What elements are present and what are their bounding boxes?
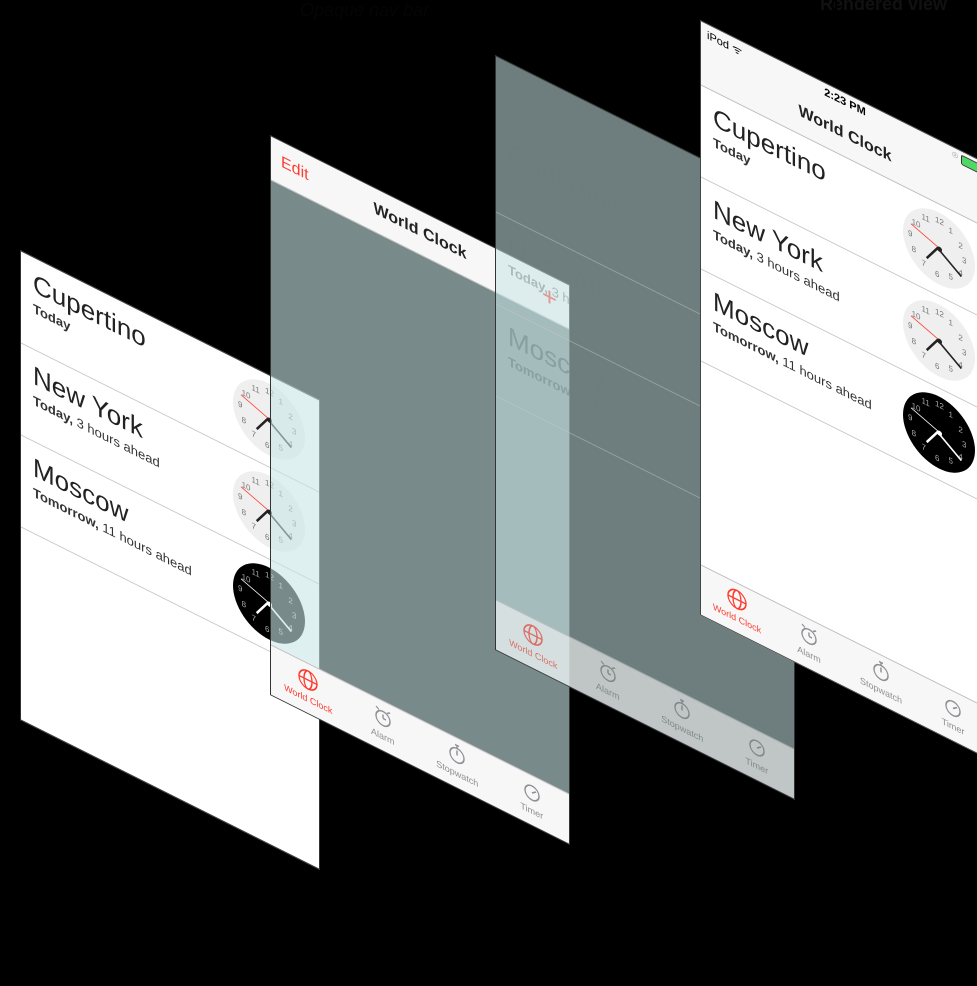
arrow-background [580,830,582,940]
arrow-view [605,5,607,57]
label-opaque-nav: Opaque nav bar [300,0,429,21]
tab-timer[interactable]: Timer [720,712,795,798]
tab-stopwatch[interactable]: Stopwatch [645,675,720,761]
arrow-nav [375,18,377,123]
arrow-rendered [835,0,837,20]
tab-stopwatch[interactable]: Stopwatch [420,720,495,806]
bluetooth-icon: ⌾ [952,149,958,163]
tab-alarm[interactable]: Alarm [346,683,421,769]
arrow-content-head [209,825,221,837]
tab-timer[interactable]: Timer [495,757,570,843]
arrow-rendered-head [829,18,841,30]
arrow-nav-head [369,120,381,132]
arrow-background-head [574,820,586,832]
label-rendered: Rendered view [820,0,947,15]
arrow-view-head [599,55,611,67]
diagram-stage: Opaque nav bar Rendered view CupertinoTo… [0,0,977,986]
arrow-content [215,835,217,945]
tab-alarm[interactable]: Alarm [571,638,646,724]
